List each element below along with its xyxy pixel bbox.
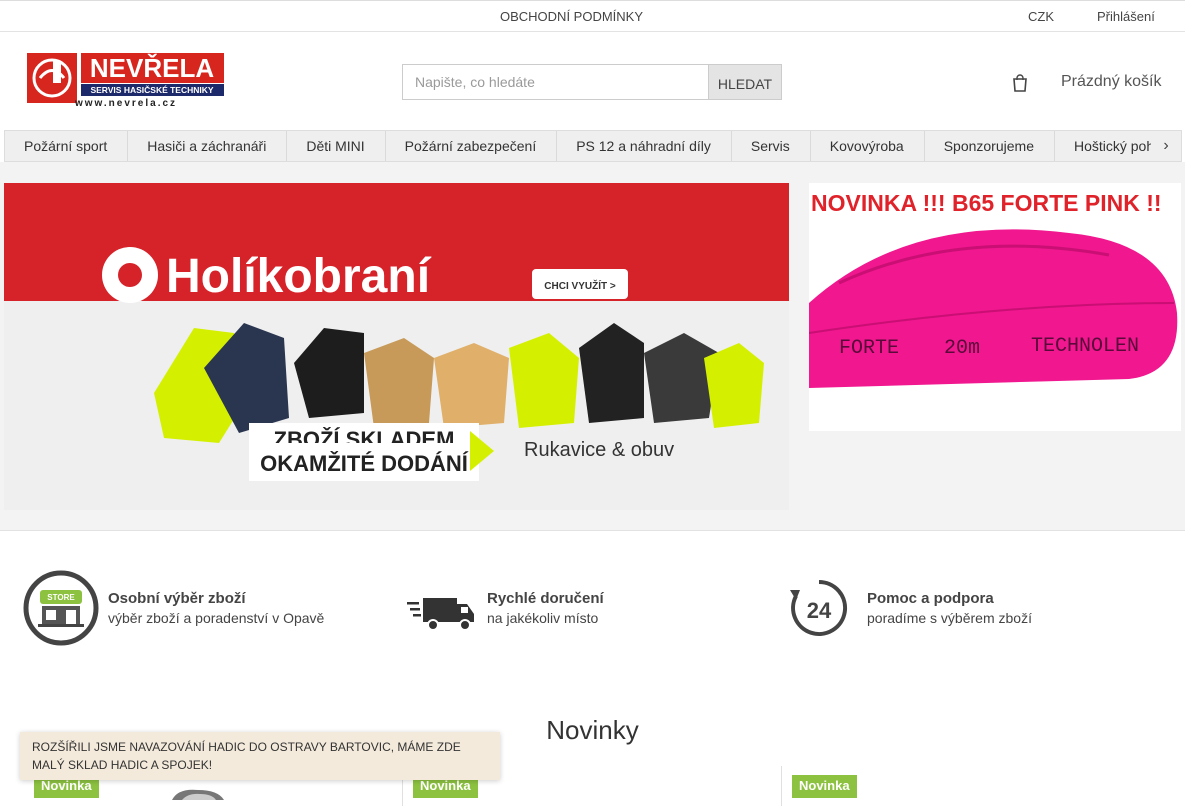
menu-item-pozarni-zabezpeceni[interactable]: Požární zabezpečení: [386, 131, 558, 161]
store-icon-label: STORE: [47, 593, 75, 602]
delivery-truck-icon: [407, 598, 474, 631]
menu-item-kovovyroba[interactable]: Kovovýroba: [811, 131, 925, 161]
benefit-support-subtitle: poradíme s výběrem zboží: [867, 610, 1032, 626]
banner-line-2: OKAMŽITÉ DODÁNÍ: [260, 451, 469, 476]
currency-selector[interactable]: CZK: [1028, 9, 1054, 24]
logo-url: www.nevrela.cz: [74, 98, 177, 109]
product-thumbnail[interactable]: [168, 786, 228, 800]
site-logo[interactable]: NEVŘELA SERVIS HASIČSKÉ TECHNIKY www.nev…: [26, 51, 226, 109]
new-badge: Novinka: [792, 775, 857, 798]
benefit-store: STORE Osobní výběr zboží výběr zboží a p…: [22, 570, 382, 650]
menu-item-servis[interactable]: Servis: [732, 131, 811, 161]
search-input[interactable]: [402, 64, 708, 100]
hose-text-1: FORTE: [839, 337, 899, 360]
menu-more-icon[interactable]: ›: [1151, 131, 1181, 161]
search-button[interactable]: HLEDAT: [708, 64, 782, 100]
category-menu: Požární sport Hasiči a záchranáři Děti M…: [4, 130, 1182, 162]
menu-item-sponzorujeme[interactable]: Sponzorujeme: [925, 131, 1055, 161]
store-icon: STORE: [23, 570, 99, 646]
search-form: HLEDAT: [402, 64, 782, 100]
benefit-store-title: Osobní výběr zboží: [108, 590, 246, 607]
shopping-bag-icon[interactable]: [1013, 74, 1027, 92]
support-24-icon: 24: [790, 580, 848, 636]
menu-item-deti-mini[interactable]: Děti MINI: [287, 131, 386, 161]
login-link[interactable]: Přihlášení: [1097, 9, 1155, 24]
benefit-store-subtitle: výběr zboží a poradenství v Opavě: [108, 610, 325, 626]
side-banner-graphic: NOVINKA !!! B65 FORTE PINK !! FORTE 20m …: [809, 183, 1181, 431]
notice-popup: ROZŠÍŘILI JSME NAVAZOVÁNÍ HADIC DO OSTRA…: [20, 732, 500, 780]
cart-summary[interactable]: Prázdný košík: [1061, 73, 1161, 91]
logo-subtitle: SERVIS HASIČSKÉ TECHNIKY: [90, 84, 213, 95]
benefit-delivery: Rychlé doručení na jakékoliv místo: [405, 570, 765, 650]
card-divider: [781, 766, 782, 806]
side-banner[interactable]: NOVINKA !!! B65 FORTE PINK !! FORTE 20m …: [809, 183, 1181, 431]
hose-text-2: 20m: [944, 337, 980, 360]
page-edge: [1185, 0, 1200, 800]
top-bar: OBCHODNÍ PODMÍNKY CZK Přihlášení: [0, 0, 1185, 32]
banner-brand: Holíkobraní: [166, 250, 432, 303]
menu-item-ps12[interactable]: PS 12 a náhradní díly: [557, 131, 732, 161]
banner-cta[interactable]: CHCI VYUŽÍT >: [544, 279, 616, 292]
hose-text-3: TECHNOLEN: [1031, 335, 1139, 358]
logo-title: NEVŘELA: [90, 53, 214, 83]
benefit-support: 24 Pomoc a podpora poradíme s výběrem zb…: [788, 570, 1168, 650]
banner-side-text: Rukavice & obuv: [524, 439, 674, 461]
logo-graphic: NEVŘELA SERVIS HASIČSKÉ TECHNIKY www.nev…: [26, 51, 226, 109]
main-banner-graphic: Holíkobraní CHCI VYUŽÍT > ZBOŽÍ SKLADEM …: [4, 183, 789, 510]
side-banner-headline: NOVINKA !!! B65 FORTE PINK !!: [811, 190, 1162, 216]
terms-link[interactable]: OBCHODNÍ PODMÍNKY: [500, 9, 643, 24]
notice-text: ROZŠÍŘILI JSME NAVAZOVÁNÍ HADIC DO OSTRA…: [32, 740, 461, 772]
support-icon-digits: 24: [807, 598, 832, 623]
menu-item-hasici[interactable]: Hasiči a záchranáři: [128, 131, 288, 161]
benefit-support-title: Pomoc a podpora: [867, 590, 994, 607]
benefit-delivery-title: Rychlé doručení: [487, 590, 604, 607]
benefit-delivery-subtitle: na jakékoliv místo: [487, 610, 599, 626]
main-banner[interactable]: Holíkobraní CHCI VYUŽÍT > ZBOŽÍ SKLADEM …: [4, 183, 789, 510]
menu-item-pozarni-sport[interactable]: Požární sport: [5, 131, 129, 161]
